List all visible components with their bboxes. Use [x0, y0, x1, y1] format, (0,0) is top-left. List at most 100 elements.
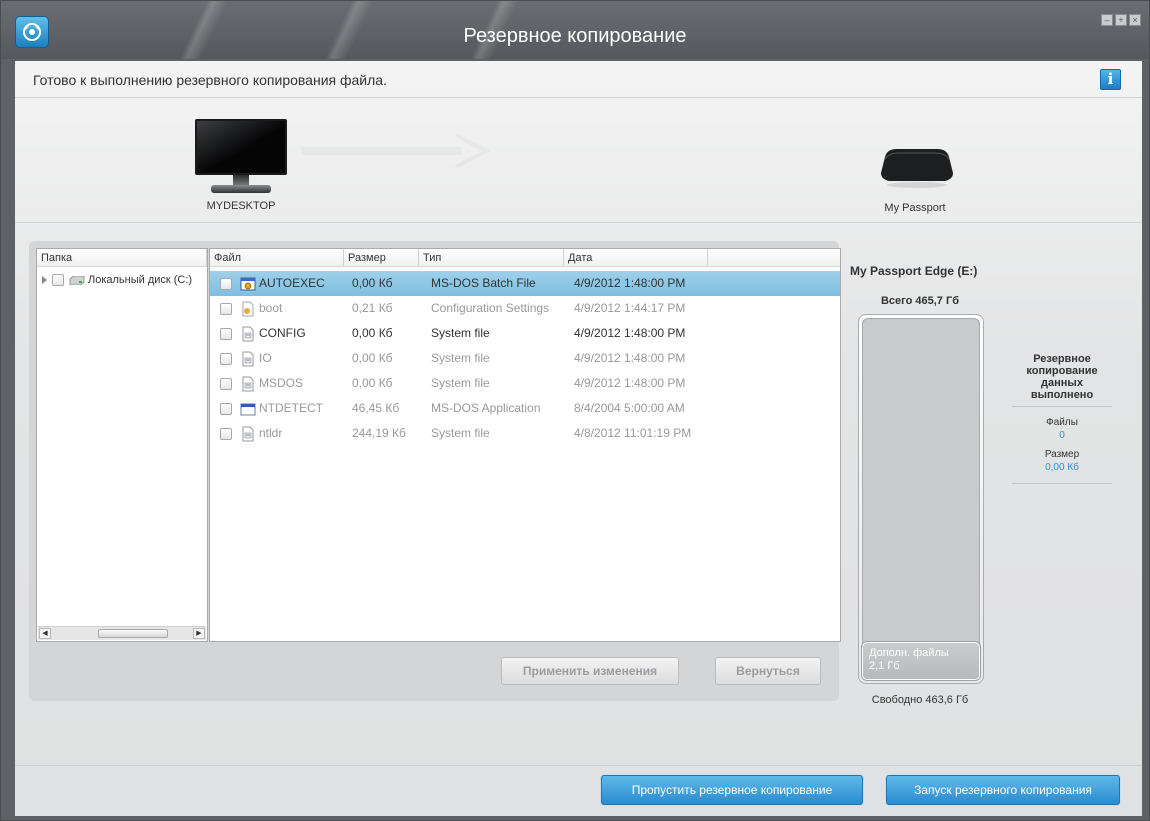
- file-name: ntldr: [259, 426, 283, 440]
- scroll-thumb[interactable]: [98, 629, 168, 638]
- file-date: 4/9/2012 1:44:17 PM: [574, 301, 686, 315]
- summary-divider: [1012, 483, 1112, 484]
- device-strip: MYDESKTOP My Passport: [15, 99, 1142, 223]
- table-row[interactable]: MSDOS 0,00 Кб System file 4/9/2012 1:48:00 …: [210, 371, 840, 396]
- tree-item-label: Локальный диск (C:): [88, 274, 193, 286]
- free-capacity: Свободно 463,6 Гб: [871, 694, 969, 706]
- external-drive-icon: [881, 149, 953, 188]
- file-type: System file: [431, 426, 490, 440]
- file-type: MS-DOS Application: [431, 401, 541, 415]
- file-name: NTDETECT: [259, 401, 323, 415]
- file-checkbox[interactable]: [220, 402, 232, 415]
- file-date: 4/9/2012 1:48:00 PM: [574, 276, 686, 290]
- table-row[interactable]: NTDETECT 46,45 Кб MS-DOS Application 8/4/20…: [210, 396, 840, 421]
- skip-backup-button[interactable]: Пропустить резервное копирование: [601, 775, 863, 805]
- folder-tree[interactable]: Папка Локальный диск (C:) ◀ ▶: [36, 248, 208, 642]
- file-size: 0,00 Кб: [352, 326, 393, 340]
- file-checkbox[interactable]: [220, 377, 232, 390]
- computer-icon: [193, 119, 289, 195]
- file-size: 244,19 Кб: [352, 426, 406, 440]
- file-size: 0,21 Кб: [352, 301, 393, 315]
- system-file-icon: [240, 376, 256, 392]
- main-content: Готово к выполнению резервного копирован…: [15, 61, 1142, 816]
- table-row[interactable]: boot 0,21 Кб Configuration Settings 4/9/201…: [210, 296, 840, 321]
- file-checkbox[interactable]: [220, 302, 232, 315]
- start-backup-button[interactable]: Запуск резервного копирования: [886, 775, 1120, 805]
- column-header-date[interactable]: Дата: [564, 249, 708, 267]
- file-date: 8/4/2004 5:00:00 AM: [574, 401, 685, 415]
- transfer-arrow-icon: [301, 133, 491, 169]
- file-date: 4/9/2012 1:48:00 PM: [574, 351, 686, 365]
- file-list[interactable]: Файл Размер Тип Дата AUTOEXEC 0,00 Кб MS-D…: [209, 248, 841, 642]
- column-header-type[interactable]: Тип: [419, 249, 564, 267]
- file-name: MSDOS: [259, 376, 304, 390]
- file-type: Configuration Settings: [431, 301, 550, 315]
- folder-horizontal-scrollbar[interactable]: ◀ ▶: [38, 626, 206, 640]
- minimize-icon[interactable]: –: [1101, 14, 1113, 26]
- target-device-label: My Passport: [884, 202, 946, 214]
- system-file-icon: [240, 326, 256, 342]
- capacity-free-area: [862, 318, 980, 680]
- expand-arrow-icon[interactable]: [42, 276, 47, 285]
- application-icon: [240, 401, 256, 417]
- file-size: 0,00 Кб: [352, 276, 393, 290]
- file-size: 0,00 Кб: [352, 351, 393, 365]
- size-label: Размер: [1044, 449, 1080, 460]
- file-type: System file: [431, 376, 490, 390]
- table-row[interactable]: ntldr 244,19 Кб System file 4/8/2012 11:01:…: [210, 421, 840, 446]
- batch-file-icon: [240, 276, 256, 292]
- settings-file-icon: [240, 301, 256, 317]
- additional-files-label: Дополн. файлы: [869, 647, 949, 659]
- system-file-icon: [240, 351, 256, 367]
- source-device-label: MYDESKTOP: [206, 200, 276, 212]
- folder-checkbox[interactable]: [52, 274, 64, 287]
- file-name: IO: [259, 351, 272, 365]
- status-bar: Готово к выполнению резервного копирован…: [15, 61, 1142, 98]
- capacity-used-segment: Дополн. файлы 2,1 Гб: [861, 641, 981, 681]
- additional-files-value: 2,1 Гб: [869, 660, 900, 672]
- info-button[interactable]: i: [1100, 69, 1121, 90]
- file-checkbox[interactable]: [220, 277, 232, 290]
- tree-item-local-disk[interactable]: Локальный диск (C:): [37, 271, 207, 289]
- table-row[interactable]: IO 0,00 Кб System file 4/9/2012 1:48:00 PM: [210, 346, 840, 371]
- maximize-icon[interactable]: +: [1115, 14, 1127, 26]
- table-row[interactable]: AUTOEXEC 0,00 Кб MS-DOS Batch File 4/9/2012…: [210, 271, 840, 296]
- file-name: AUTOEXEC: [259, 276, 325, 290]
- file-size: 0,00 Кб: [352, 376, 393, 390]
- close-icon[interactable]: ×: [1129, 14, 1141, 26]
- column-header-file[interactable]: Файл: [210, 249, 344, 267]
- file-date: 4/9/2012 1:48:00 PM: [574, 326, 686, 340]
- file-selection-panel: Папка Локальный диск (C:) ◀ ▶ Файл Разме…: [29, 241, 841, 701]
- folder-column-header[interactable]: Папка: [37, 249, 207, 267]
- column-header-empty: [708, 249, 840, 267]
- summary-heading: Резервное копирование данных выполнено: [1012, 353, 1112, 407]
- size-value: 0,00 Кб: [1045, 462, 1079, 473]
- files-label: Файлы: [1046, 417, 1078, 428]
- file-checkbox[interactable]: [220, 327, 232, 340]
- apply-changes-button[interactable]: Применить изменения: [501, 657, 679, 685]
- file-type: System file: [431, 351, 490, 365]
- files-count: 0: [1059, 430, 1065, 441]
- revert-button[interactable]: Вернуться: [715, 657, 821, 685]
- file-size: 46,45 Кб: [352, 401, 400, 415]
- file-checkbox[interactable]: [220, 352, 232, 365]
- backup-summary: Резервное копирование данных выполнено Ф…: [1012, 353, 1112, 484]
- drive-title: My Passport Edge (E:): [850, 264, 978, 278]
- hard-disk-icon: [69, 275, 85, 285]
- file-date: 4/9/2012 1:48:00 PM: [574, 376, 686, 390]
- file-name: boot: [259, 301, 283, 315]
- status-text: Готово к выполнению резервного копирован…: [33, 72, 387, 88]
- scroll-right-icon[interactable]: ▶: [193, 628, 205, 639]
- file-type: System file: [431, 326, 490, 340]
- window-title: Резервное копирование: [463, 25, 687, 47]
- title-bar[interactable]: Резервное копирование – + ×: [1, 1, 1149, 59]
- file-type: MS-DOS Batch File: [431, 276, 536, 290]
- column-header-size[interactable]: Размер: [344, 249, 419, 267]
- file-checkbox[interactable]: [220, 427, 232, 440]
- table-row[interactable]: CONFIG 0,00 Кб System file 4/9/2012 1:48:00…: [210, 321, 840, 346]
- app-window: Резервное копирование – + × Готово к вып…: [0, 0, 1150, 821]
- file-name: CONFIG: [259, 326, 306, 340]
- total-capacity: Всего 465,7 Гб: [880, 295, 959, 307]
- footer-divider: [15, 765, 1142, 766]
- scroll-left-icon[interactable]: ◀: [39, 628, 51, 639]
